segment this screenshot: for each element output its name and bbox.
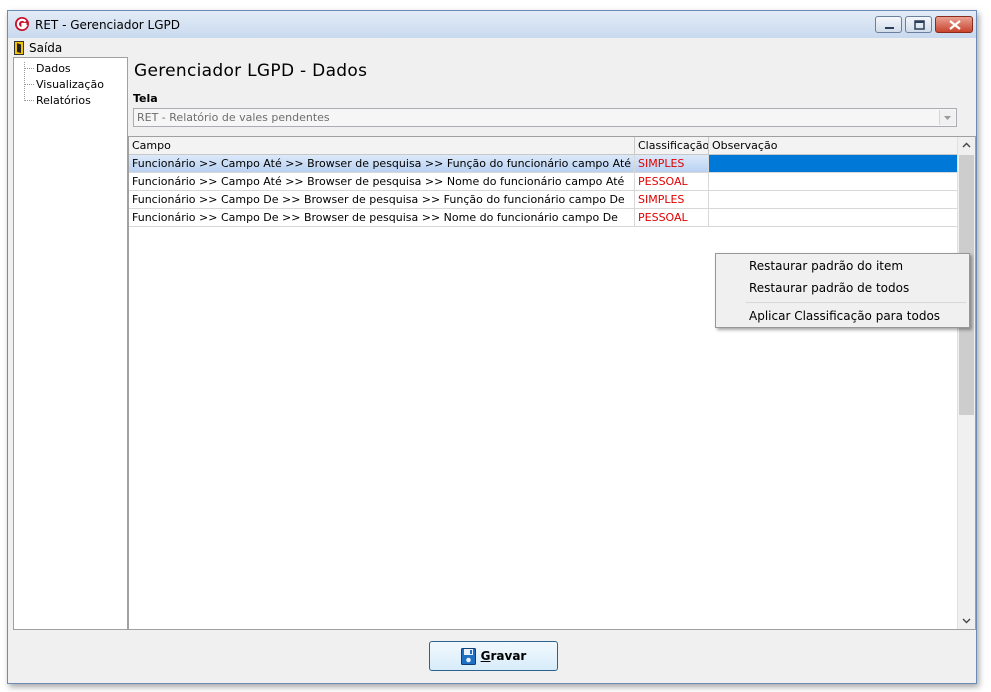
grid-vertical-scrollbar[interactable]	[957, 137, 975, 629]
cell-classificacao[interactable]: SIMPLES	[635, 155, 709, 172]
title-bar[interactable]: RET - Gerenciador LGPD	[8, 11, 976, 39]
cell-campo[interactable]: Funcionário >> Campo De >> Browser de pe…	[129, 209, 635, 226]
scroll-down-button[interactable]	[958, 612, 975, 629]
column-header-observacao[interactable]: Observação	[709, 137, 958, 154]
tela-select-value: RET - Relatório de vales pendentes	[137, 111, 330, 124]
cell-campo[interactable]: Funcionário >> Campo Até >> Browser de p…	[129, 155, 635, 172]
sidebar-item-label: Dados	[36, 62, 71, 75]
sidebar-item-dados[interactable]: Dados	[14, 61, 127, 77]
chevron-up-icon	[962, 142, 971, 148]
menu-saida[interactable]: Saída	[12, 39, 66, 56]
maximize-icon	[914, 20, 925, 30]
tela-select[interactable]: RET - Relatório de vales pendentes	[133, 108, 957, 127]
cell-observacao[interactable]	[709, 191, 958, 208]
floppy-disk-icon	[460, 647, 476, 665]
minimize-icon	[885, 27, 894, 29]
cell-classificacao[interactable]: SIMPLES	[635, 191, 709, 208]
table-row[interactable]: Funcionário >> Campo Até >> Browser de p…	[129, 173, 958, 191]
cell-observacao[interactable]	[709, 209, 958, 226]
table-row[interactable]: Funcionário >> Campo Até >> Browser de p…	[129, 155, 958, 173]
data-grid: Campo Classificação Observação Funcionár…	[128, 136, 976, 630]
grid-header: Campo Classificação Observação	[129, 137, 958, 155]
footer-bar: Gravar	[8, 630, 976, 683]
tree-connector	[24, 68, 34, 69]
close-icon	[949, 20, 961, 30]
context-menu: Restaurar padrão do item Restaurar padrã…	[715, 253, 970, 328]
cell-observacao[interactable]	[709, 173, 958, 190]
context-menu-restaurar-todos[interactable]: Restaurar padrão de todos	[749, 281, 909, 295]
gravar-button-label: Gravar	[481, 649, 527, 663]
sidebar-item-label: Visualização	[36, 78, 104, 91]
column-header-campo[interactable]: Campo	[129, 137, 635, 154]
sidebar-tree: Dados Visualização Relatórios	[13, 57, 128, 630]
cell-campo[interactable]: Funcionário >> Campo De >> Browser de pe…	[129, 191, 635, 208]
cell-observacao[interactable]	[709, 155, 958, 172]
context-menu-restaurar-item[interactable]: Restaurar padrão do item	[749, 259, 903, 273]
maximize-button[interactable]	[905, 16, 932, 33]
table-row[interactable]: Funcionário >> Campo De >> Browser de pe…	[129, 209, 958, 227]
cell-campo[interactable]: Funcionário >> Campo Até >> Browser de p…	[129, 173, 635, 190]
close-button[interactable]	[935, 16, 973, 33]
window-title: RET - Gerenciador LGPD	[35, 18, 181, 32]
gravar-label-rest: ravar	[490, 649, 527, 663]
sidebar-item-visualizacao[interactable]: Visualização	[14, 77, 127, 93]
gravar-button[interactable]: Gravar	[429, 641, 558, 671]
column-header-classificacao[interactable]: Classificação	[635, 137, 709, 154]
page-title: Gerenciador LGPD - Dados	[134, 61, 368, 81]
tela-label: Tela	[133, 92, 158, 105]
gravar-accelerator: G	[480, 649, 491, 663]
cell-classificacao[interactable]: PESSOAL	[635, 209, 709, 226]
menu-saida-label: Saída	[29, 40, 63, 55]
menu-bar: Saída	[8, 38, 976, 57]
tree-connector	[24, 84, 34, 85]
app-logo-icon	[15, 17, 29, 31]
main-content: Gerenciador LGPD - Dados Tela RET - Rela…	[128, 57, 976, 630]
minimize-button[interactable]	[875, 16, 902, 33]
table-row[interactable]: Funcionário >> Campo De >> Browser de pe…	[129, 191, 958, 209]
chevron-down-icon	[944, 116, 951, 120]
exit-door-icon	[14, 40, 24, 55]
chevron-down-icon	[962, 618, 971, 624]
sidebar-item-relatorios[interactable]: Relatórios	[14, 93, 127, 109]
tree-connector	[24, 100, 34, 101]
cell-classificacao[interactable]: PESSOAL	[635, 173, 709, 190]
sidebar-item-label: Relatórios	[36, 94, 91, 107]
app-window: RET - Gerenciador LGPD Saída Dados Visua	[7, 10, 977, 684]
context-menu-separator	[746, 302, 966, 303]
tela-select-dropdown[interactable]	[939, 110, 955, 125]
context-menu-aplicar-classificacao[interactable]: Aplicar Classificação para todos	[749, 309, 940, 323]
scroll-up-button[interactable]	[958, 137, 975, 154]
